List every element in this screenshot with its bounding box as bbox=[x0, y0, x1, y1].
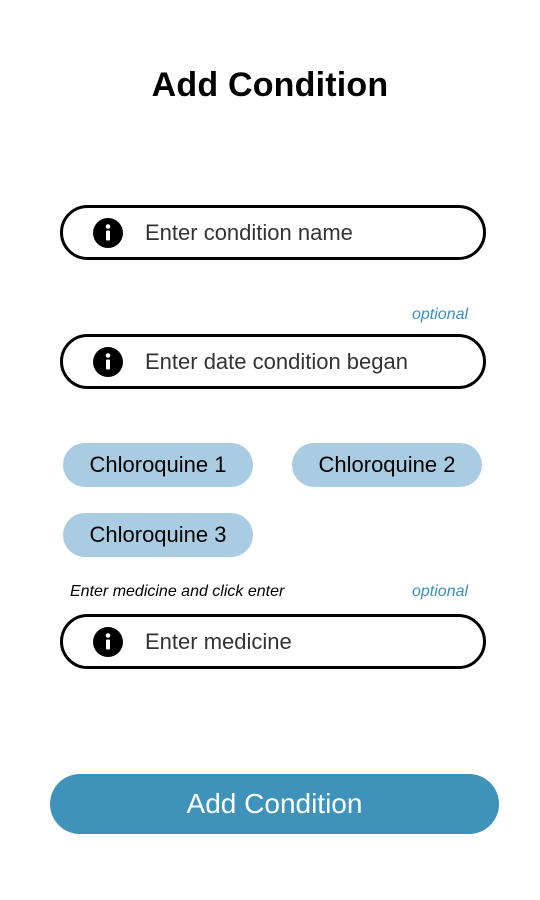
condition-name-field[interactable] bbox=[60, 205, 486, 260]
date-optional-label: optional bbox=[412, 306, 469, 323]
info-icon bbox=[93, 346, 123, 377]
medicine-chip[interactable]: Chloroquine 2 bbox=[292, 443, 482, 487]
medicine-field[interactable] bbox=[60, 614, 486, 669]
medicine-hint: Enter medicine and click enter bbox=[70, 583, 285, 600]
page-title: Add Condition bbox=[151, 66, 389, 104]
info-icon bbox=[93, 217, 123, 248]
info-icon bbox=[93, 626, 123, 657]
date-began-input[interactable] bbox=[145, 348, 465, 375]
add-condition-button[interactable]: Add Condition bbox=[50, 774, 499, 834]
medicine-chip[interactable]: Chloroquine 1 bbox=[63, 443, 253, 487]
date-began-field[interactable] bbox=[60, 334, 486, 389]
condition-name-input[interactable] bbox=[145, 219, 465, 246]
medicine-chip[interactable]: Chloroquine 3 bbox=[63, 513, 253, 557]
medicine-input[interactable] bbox=[145, 628, 465, 655]
medicine-optional-label: optional bbox=[412, 583, 469, 600]
